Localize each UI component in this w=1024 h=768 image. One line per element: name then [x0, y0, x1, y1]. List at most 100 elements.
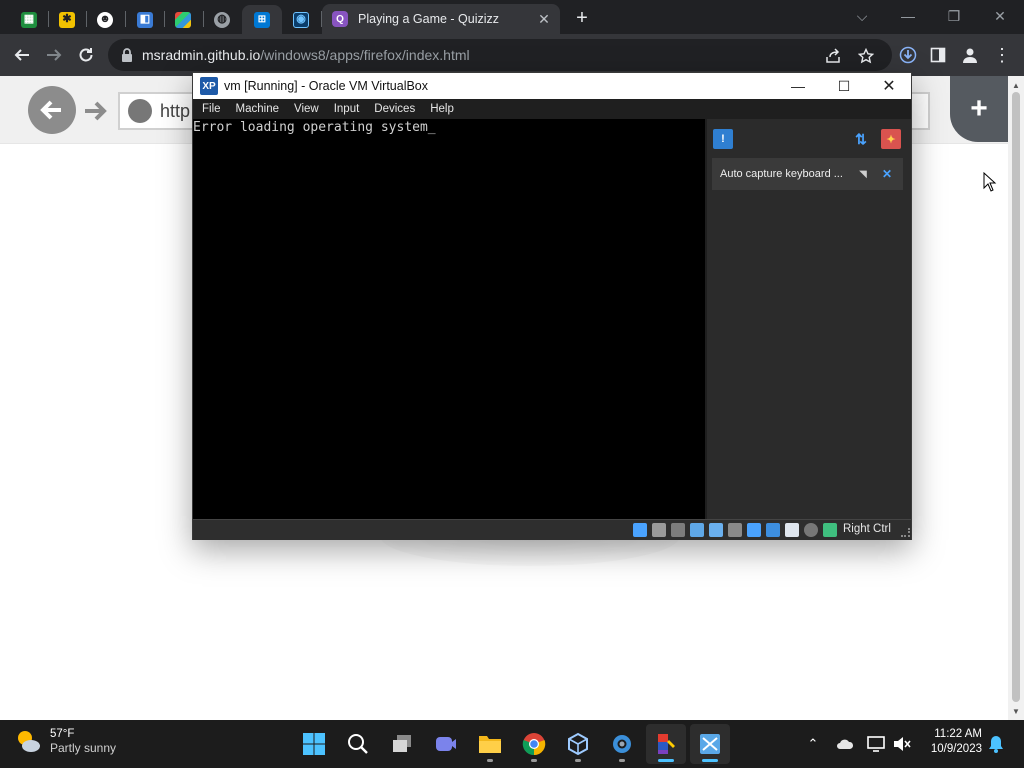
pinned-tab-virtualbox[interactable]: ◉ — [286, 5, 316, 34]
display-icon[interactable] — [747, 523, 761, 537]
page-scrollbar[interactable]: ▲ ▼ — [1008, 76, 1024, 720]
system-clock[interactable]: 11:22 AM 10/9/2023 — [920, 728, 982, 755]
winrar-taskbar-button[interactable] — [646, 724, 686, 764]
menu-machine[interactable]: Machine — [236, 103, 279, 115]
vm-close-button[interactable]: ✕ — [866, 73, 912, 99]
file-explorer-button[interactable] — [470, 724, 510, 764]
menu-view[interactable]: View — [294, 103, 319, 115]
pinned-tab-gear[interactable]: ✱ — [52, 5, 82, 34]
pinned-tab-spreadsheet[interactable]: ▦ — [14, 5, 44, 34]
pinned-tab-globe[interactable]: ◍ — [207, 5, 237, 34]
weather-widget[interactable]: 57°F Partly sunny — [14, 727, 116, 755]
side-panel-icon — [930, 47, 946, 63]
notification-bell-icon[interactable] — [986, 734, 1006, 754]
audio-icon[interactable] — [671, 523, 685, 537]
task-view-icon — [393, 735, 411, 752]
pinned-tab-windows[interactable]: ⊞ — [242, 5, 282, 34]
new-tab-button[interactable]: + — [570, 6, 594, 30]
running-indicator — [619, 759, 625, 762]
profile-button[interactable] — [955, 40, 985, 70]
close-window-button[interactable]: ✕ — [980, 2, 1020, 30]
teams-chat-button[interactable] — [426, 724, 466, 764]
share-icon[interactable] — [824, 47, 842, 65]
spreadsheet-icon: ▦ — [21, 11, 37, 28]
keyboard-capture-icon[interactable] — [823, 523, 837, 537]
virtualbox-icon — [568, 732, 588, 756]
scroll-down-arrow-icon[interactable]: ▼ — [1008, 704, 1024, 718]
teams-chat-icon — [436, 737, 456, 751]
lock-icon[interactable] — [120, 48, 134, 62]
start-icon — [303, 733, 325, 755]
windows-app-icon: ◧ — [137, 11, 153, 28]
vm-maximize-button[interactable]: ☐ — [821, 73, 867, 99]
network-monitor-icon[interactable] — [866, 734, 886, 754]
windows-xp-vm-icon — [700, 734, 720, 754]
mask-icon: ☻ — [97, 11, 113, 28]
weather-temperature: 57°F — [50, 727, 75, 740]
reload-button[interactable] — [71, 40, 101, 70]
clear-all-icon[interactable]: ✦ — [881, 129, 901, 149]
forward-arrow-icon — [47, 49, 62, 61]
virtualization-icon[interactable] — [785, 523, 799, 537]
minimize-button[interactable]: — — [888, 2, 928, 30]
menu-help[interactable]: Help — [430, 103, 454, 115]
tab-separator — [48, 11, 49, 27]
profile-icon — [963, 48, 977, 63]
network-icon[interactable] — [690, 523, 704, 537]
running-indicator — [658, 759, 674, 762]
settings-taskbar-button[interactable] — [602, 724, 642, 764]
menu-file[interactable]: File — [202, 103, 221, 115]
page-back-button[interactable] — [28, 86, 76, 134]
tab-search-chevron-icon[interactable]: ⌵ — [842, 2, 882, 30]
scroll-thumb[interactable] — [1012, 92, 1020, 702]
chrome-button[interactable] — [514, 724, 554, 764]
onedrive-cloud-icon[interactable] — [835, 734, 855, 754]
tab-separator — [86, 11, 87, 27]
usb-icon[interactable] — [709, 523, 723, 537]
virtualbox-title-bar[interactable]: XP vm [Running] - Oracle VM VirtualBox —… — [193, 73, 911, 99]
recording-icon[interactable] — [766, 523, 780, 537]
back-button[interactable] — [7, 40, 37, 70]
vm-taskbar-button[interactable] — [690, 724, 730, 764]
restore-button[interactable]: ❐ — [934, 2, 974, 30]
forward-button[interactable] — [39, 40, 69, 70]
pinned-tab-windows-xp[interactable] — [168, 5, 198, 34]
tab-separator — [203, 11, 204, 27]
scroll-up-arrow-icon[interactable]: ▲ — [1008, 78, 1024, 92]
menu-kebab-icon[interactable]: ⋮ — [987, 40, 1017, 70]
status-indicator-icons — [633, 523, 842, 537]
address-bar[interactable]: msradmin.github.io/windows8/apps/firefox… — [108, 39, 892, 71]
tab-quizizz[interactable]: Q Playing a Game - Quizizz ✕ — [322, 4, 560, 34]
notice-close-icon[interactable]: ✕ — [879, 166, 895, 182]
vm-display[interactable]: Error loading operating system_ — [193, 119, 705, 519]
clock-date: 10/9/2023 — [930, 743, 982, 755]
show-hidden-icons-chevron-icon[interactable]: ⌃ — [803, 734, 823, 754]
vm-minimize-button[interactable]: — — [775, 73, 821, 99]
page-forward-button[interactable] — [80, 96, 110, 126]
globe-icon: ◍ — [214, 11, 230, 28]
mouse-integration-icon[interactable] — [804, 523, 818, 537]
auto-capture-notice[interactable]: Auto capture keyboard ... ◥ ✕ — [712, 158, 903, 190]
bookmark-star-icon[interactable] — [857, 47, 875, 65]
menu-devices[interactable]: Devices — [374, 103, 415, 115]
sort-icon[interactable]: ⇅ — [851, 129, 871, 149]
pinned-tab-mask[interactable]: ☻ — [90, 5, 120, 34]
notice-info-icon[interactable]: ◥ — [855, 166, 871, 182]
page-add-tab-button[interactable]: + — [950, 76, 1008, 142]
virtualbox-window[interactable]: XP vm [Running] - Oracle VM VirtualBox —… — [192, 72, 912, 540]
download-button[interactable] — [893, 40, 923, 70]
shared-folders-icon[interactable] — [728, 523, 742, 537]
menu-input[interactable]: Input — [334, 103, 360, 115]
task-view-button[interactable] — [382, 724, 422, 764]
hard-disk-icon[interactable] — [652, 523, 666, 537]
virtualbox-taskbar-button[interactable] — [558, 724, 598, 764]
start-button[interactable] — [294, 724, 334, 764]
notification-bell-icon[interactable]: ! — [713, 129, 733, 149]
taskbar-search-button[interactable] — [338, 724, 378, 764]
volume-muted-icon[interactable] — [892, 734, 912, 754]
resize-grip[interactable] — [901, 528, 910, 537]
side-panel-button[interactable] — [923, 40, 953, 70]
close-tab-icon[interactable]: ✕ — [534, 11, 554, 28]
pinned-tab-windows-app[interactable]: ◧ — [130, 5, 160, 34]
optical-drive-icon[interactable] — [633, 523, 647, 537]
